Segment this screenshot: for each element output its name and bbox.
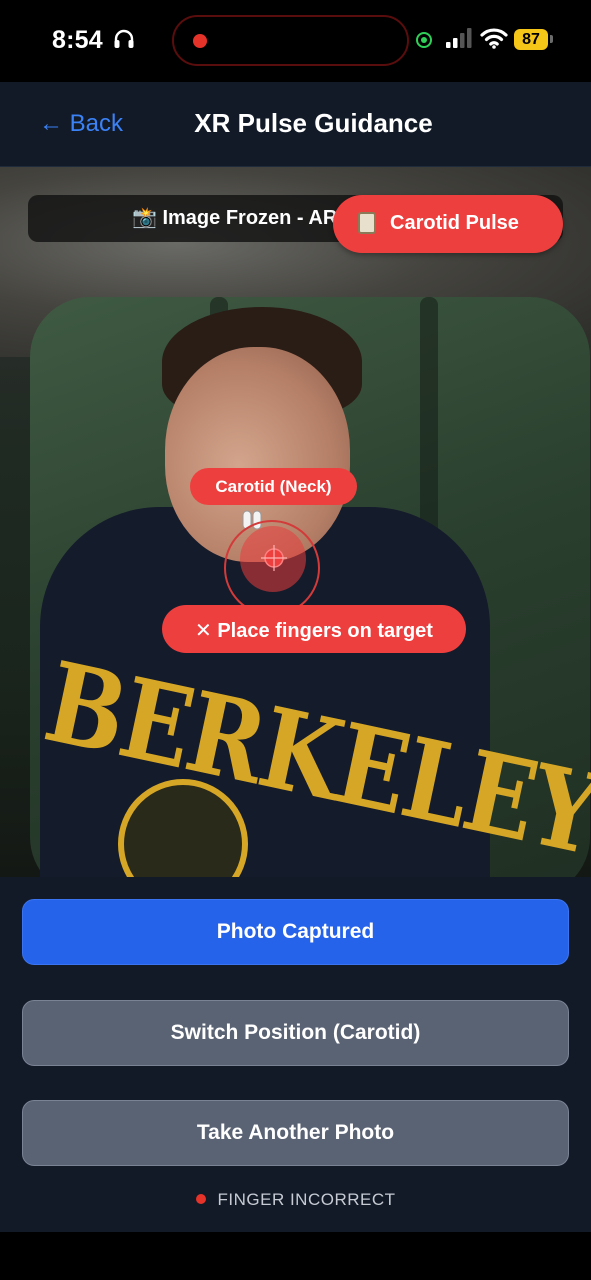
photo-captured-button[interactable]: Photo Captured [22, 899, 569, 965]
placement-warning: ✕ Place fingers on target [162, 605, 466, 653]
wifi-icon [480, 28, 508, 49]
take-another-photo-button[interactable]: Take Another Photo [22, 1100, 569, 1166]
finger-status: FINGER INCORRECT [0, 1190, 591, 1210]
camera-in-use-icon [416, 32, 432, 48]
control-panel: Photo Captured Switch Position (Carotid)… [0, 877, 591, 1232]
top-nav: ← Back XR Pulse Guidance [0, 82, 591, 167]
placement-warning-text: ✕ Place fingers on target [195, 620, 433, 642]
frozen-banner-text: 📸 Image Frozen - AR [132, 207, 338, 229]
switch-position-button[interactable]: Switch Position (Carotid) [22, 1000, 569, 1066]
finger-status-text: FINGER INCORRECT [217, 1190, 396, 1209]
dynamic-island [172, 15, 409, 66]
clipboard-icon [358, 212, 376, 234]
target-label: Carotid (Neck) [190, 468, 357, 505]
recording-dot-icon [193, 34, 207, 48]
battery-cap [550, 35, 553, 43]
home-indicator-area [0, 1232, 591, 1280]
target-label-text: Carotid (Neck) [215, 477, 332, 496]
status-bar: 8:54 87 [0, 0, 591, 82]
headphones-icon [114, 29, 134, 48]
signal-icon [446, 28, 472, 48]
status-dot-icon [195, 1194, 206, 1204]
clock: 8:54 [52, 26, 103, 54]
page-title: XR Pulse Guidance [194, 108, 433, 138]
battery-icon: 87 [514, 29, 548, 50]
crosshair-icon [261, 545, 287, 571]
pulse-type-badge[interactable]: Carotid Pulse [333, 195, 563, 253]
pulse-type-label: Carotid Pulse [390, 212, 519, 234]
ar-camera-view[interactable]: BERKELEY 📸 Image Frozen - AR Carotid Pul… [0, 167, 591, 877]
